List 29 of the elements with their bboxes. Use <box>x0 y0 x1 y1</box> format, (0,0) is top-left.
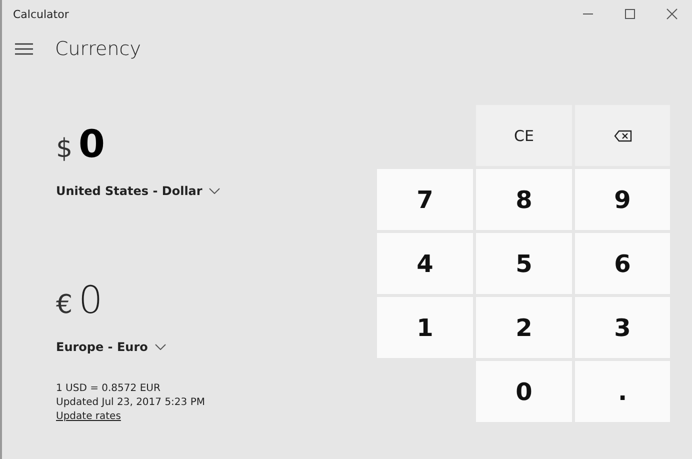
digit-key[interactable]: 1 <box>377 297 473 358</box>
digit-key[interactable]: 8 <box>476 169 572 230</box>
chevron-down-icon <box>209 188 220 194</box>
updated-time: Updated Jul 23, 2017 5:23 PM <box>56 396 205 410</box>
maximize-icon[interactable] <box>624 8 636 20</box>
digit-key[interactable]: 6 <box>575 233 670 294</box>
digit-key[interactable]: 2 <box>476 297 572 358</box>
digit-key[interactable]: 9 <box>575 169 670 230</box>
currency-symbol: € <box>56 290 73 320</box>
digit-key[interactable]: 3 <box>575 297 670 358</box>
currency-dropdown[interactable]: Europe - Euro <box>56 340 166 354</box>
menu-icon[interactable] <box>15 43 33 55</box>
exchange-rate: 1 USD = 0.8572 EUR <box>56 382 162 396</box>
currency-dropdown[interactable]: United States - Dollar <box>56 184 220 198</box>
update-rates-link[interactable]: Update rates <box>56 410 205 424</box>
chevron-down-icon <box>154 344 166 350</box>
amount-value[interactable]: 0 <box>78 278 103 322</box>
digit-key[interactable]: 4 <box>377 233 473 294</box>
digit-key[interactable]: 0 <box>476 361 572 422</box>
digit-key[interactable]: 7 <box>377 169 473 230</box>
digit-key[interactable]: . <box>575 361 670 422</box>
currency-symbol: $ <box>56 134 73 164</box>
mode-title: Currency <box>55 38 141 60</box>
digit-key[interactable]: 5 <box>476 233 572 294</box>
backspace-icon <box>614 130 632 142</box>
window-title: Calculator <box>13 8 69 20</box>
clear-entry-key[interactable]: CE <box>476 105 572 166</box>
close-icon[interactable] <box>666 8 678 20</box>
amount-value[interactable]: 0 <box>78 122 105 166</box>
